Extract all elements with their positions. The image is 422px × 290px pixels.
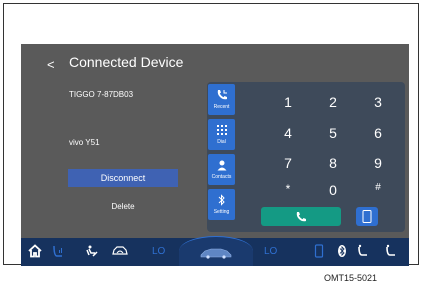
car-status-bump[interactable] xyxy=(179,236,253,266)
device-name-1[interactable]: TIGGO 7-87DB03 xyxy=(69,90,133,99)
home-icon[interactable] xyxy=(28,244,42,260)
phone-status-icon[interactable] xyxy=(314,244,324,260)
side-tab-dial[interactable]: Dial xyxy=(208,119,235,150)
side-tab-setting[interactable]: Setting xyxy=(208,189,235,220)
contacts-icon xyxy=(208,158,235,172)
phone-icon xyxy=(295,210,307,228)
bluetooth-icon[interactable] xyxy=(337,244,347,260)
key-0[interactable]: 0 xyxy=(318,182,348,198)
temp-left-label[interactable]: LO xyxy=(152,246,165,262)
delete-button[interactable]: Delete xyxy=(68,199,178,215)
disconnect-button[interactable]: Disconnect xyxy=(68,169,178,187)
back-button[interactable]: < xyxy=(47,57,55,72)
figure-caption: OMT15-5021 xyxy=(324,273,378,283)
key-hash[interactable]: # xyxy=(363,182,393,193)
key-2[interactable]: 2 xyxy=(318,94,348,110)
temp-right-label[interactable]: LO xyxy=(264,246,277,262)
rear-seat-heat-icon[interactable] xyxy=(357,244,369,260)
bluetooth-setting-icon xyxy=(208,193,235,207)
key-4[interactable]: 4 xyxy=(273,125,303,141)
dialer-panel: Recent Dial Contacts Setting 1 2 3 4 5 6… xyxy=(207,82,405,232)
device-name-2[interactable]: vivo Y51 xyxy=(69,138,100,147)
seat-ventilation-icon[interactable] xyxy=(385,244,397,260)
key-star[interactable]: * xyxy=(273,182,303,196)
car-icon xyxy=(199,246,233,264)
side-tab-recent[interactable]: Recent xyxy=(208,84,235,115)
side-tab-recent-label: Recent xyxy=(213,104,230,110)
key-7[interactable]: 7 xyxy=(273,155,303,171)
key-8[interactable]: 8 xyxy=(318,155,348,171)
side-tab-setting-label: Setting xyxy=(213,209,230,215)
side-tab-contacts-label: Contacts xyxy=(211,174,232,180)
side-tab-contacts[interactable]: Contacts xyxy=(208,154,235,185)
recent-icon xyxy=(208,88,235,102)
head-unit-screen: < Connected Device TIGGO 7-87DB03 vivo Y… xyxy=(21,44,409,266)
dial-grid-icon xyxy=(208,123,235,137)
call-button[interactable] xyxy=(261,207,341,226)
side-tab-dial-label: Dial xyxy=(217,139,226,145)
image-frame: < Connected Device TIGGO 7-87DB03 vivo Y… xyxy=(3,3,419,266)
seat-heat-icon[interactable] xyxy=(52,244,64,260)
key-3[interactable]: 3 xyxy=(363,94,393,110)
key-1[interactable]: 1 xyxy=(273,94,303,110)
car-recirculation-icon[interactable] xyxy=(111,244,129,260)
key-6[interactable]: 6 xyxy=(363,125,393,141)
bottom-status-bar: LO LO xyxy=(21,236,409,266)
page-title: Connected Device xyxy=(69,54,184,70)
key-5[interactable]: 5 xyxy=(318,125,348,141)
fan-airflow-icon[interactable] xyxy=(85,244,101,260)
key-9[interactable]: 9 xyxy=(363,155,393,171)
phone-device-button[interactable] xyxy=(356,207,378,226)
mobile-phone-icon xyxy=(362,210,372,228)
